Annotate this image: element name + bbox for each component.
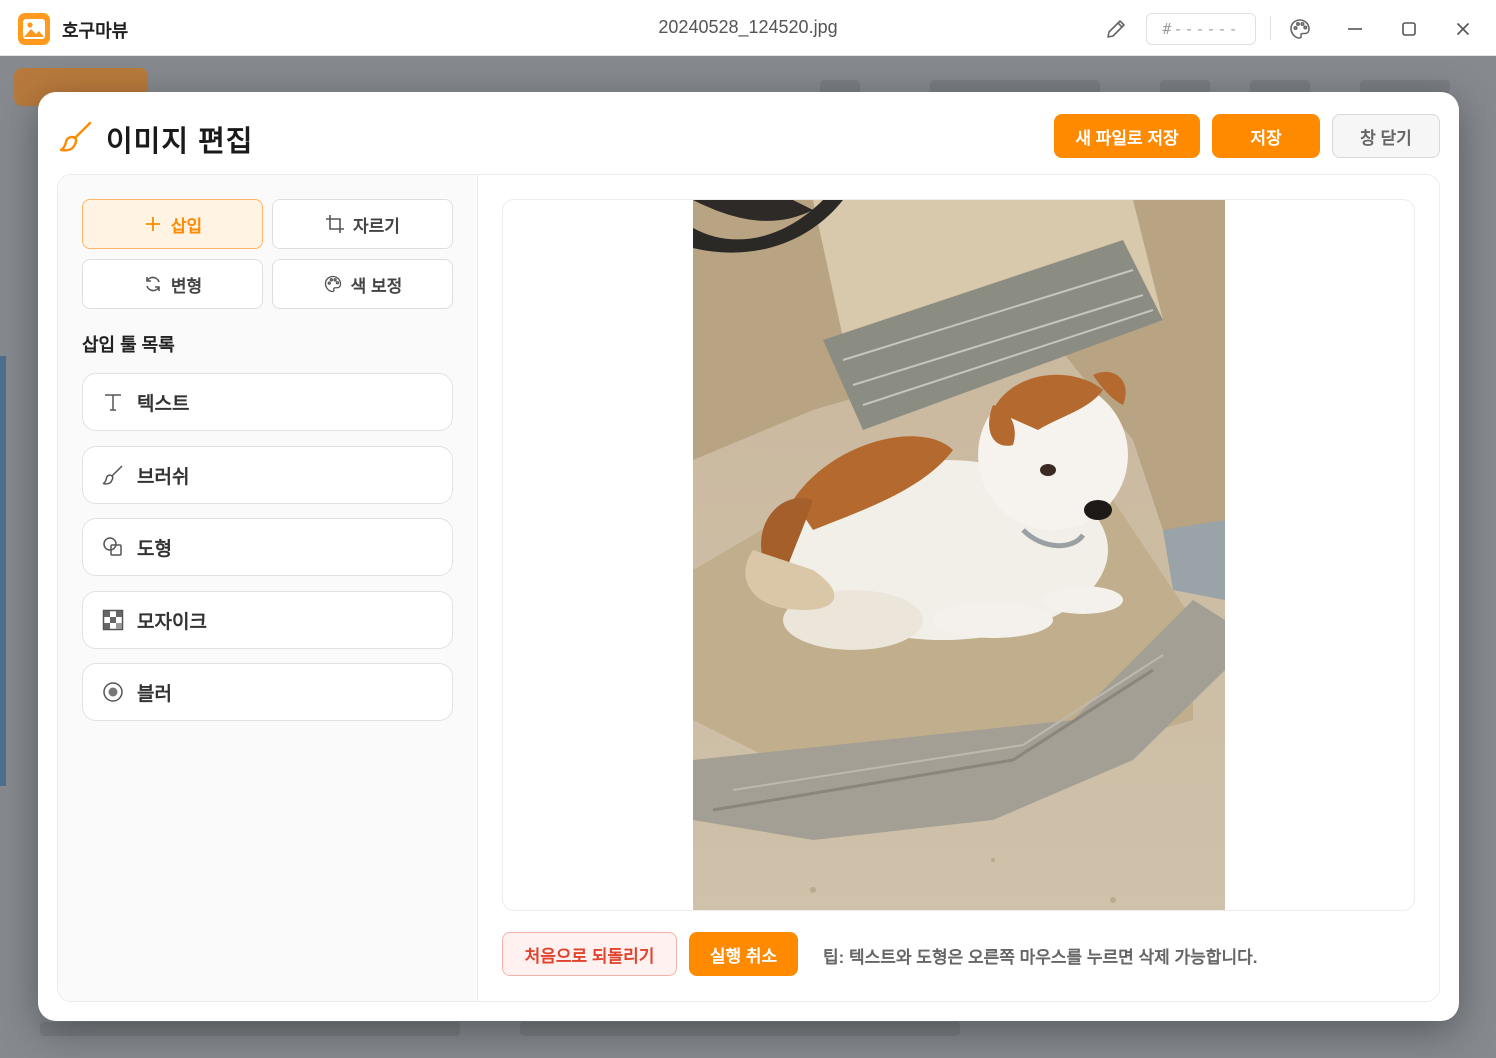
mode-insert-button[interactable]: 삽입	[82, 199, 263, 249]
palette-icon[interactable]	[1288, 17, 1312, 41]
tool-brush[interactable]: 브러쉬	[82, 446, 453, 504]
minimize-icon[interactable]	[1343, 17, 1367, 41]
background-placeholder	[520, 1022, 960, 1036]
tool-shape[interactable]: 도형	[82, 518, 453, 576]
plus-icon	[145, 217, 160, 231]
editor-body: 삽입 자르기 변형 색 보정 삽입 툴 목록 텍스트 브러쉬 도형 모자이크 블…	[57, 174, 1440, 1002]
tool-list-heading: 삽입 툴 목록	[82, 335, 175, 355]
mode-label: 삽입	[170, 216, 203, 236]
tool-label: 모자이크	[137, 611, 207, 633]
image-canvas[interactable]	[502, 199, 1415, 911]
brush-icon	[58, 119, 94, 155]
tool-label: 텍스트	[137, 393, 190, 415]
blur-icon	[103, 682, 123, 702]
tool-label: 블러	[137, 683, 172, 705]
tool-text[interactable]: 텍스트	[82, 373, 453, 431]
background-placeholder	[40, 1022, 460, 1036]
canvas-panel: 처음으로 되돌리기 실행 취소 팁: 텍스트와 도형은 오른쪽 마우스를 누르면…	[478, 175, 1439, 1001]
brush-icon	[102, 465, 123, 485]
save-button[interactable]: 저장	[1212, 114, 1320, 158]
reset-to-original-button[interactable]: 처음으로 되돌리기	[502, 932, 677, 976]
rotate-icon	[146, 276, 160, 292]
undo-button[interactable]: 실행 취소	[689, 932, 798, 976]
mode-label: 변형	[170, 276, 203, 296]
shapes-icon	[103, 537, 122, 556]
divider	[1270, 16, 1271, 40]
tool-blur[interactable]: 블러	[82, 663, 453, 721]
mode-label: 자르기	[353, 216, 400, 236]
tool-label: 도형	[137, 538, 172, 560]
save-as-new-file-button[interactable]: 새 파일로 저장	[1054, 114, 1200, 158]
edited-photo[interactable]	[693, 200, 1225, 911]
title-bar: 호구마뷰 20240528_124520.jpg #------	[0, 0, 1496, 56]
tool-label: 브러쉬	[137, 466, 190, 488]
background-strip	[0, 356, 6, 786]
mode-label: 색 보정	[350, 276, 403, 296]
color-hex-input[interactable]: #------	[1146, 13, 1256, 45]
pencil-icon[interactable]	[1104, 17, 1128, 41]
maximize-icon[interactable]	[1397, 17, 1421, 41]
mosaic-icon	[102, 609, 124, 631]
mode-crop-button[interactable]: 자르기	[272, 199, 453, 249]
tool-panel: 삽입 자르기 변형 색 보정 삽입 툴 목록 텍스트 브러쉬 도형 모자이크 블…	[58, 175, 478, 1001]
close-icon[interactable]	[1451, 17, 1475, 41]
tool-mosaic[interactable]: 모자이크	[82, 591, 453, 649]
tip-text: 팁: 텍스트와 도형은 오른쪽 마우스를 누르면 삭제 가능합니다.	[823, 948, 1258, 967]
palette-icon	[324, 275, 341, 293]
app-logo-icon	[18, 13, 50, 45]
mode-transform-button[interactable]: 변형	[82, 259, 263, 309]
file-name: 20240528_124520.jpg	[658, 17, 838, 37]
image-edit-dialog: 이미지 편집 새 파일로 저장 저장 창 닫기 삽입 자르기 변형 색 보정 삽…	[38, 92, 1459, 1021]
mode-color-button[interactable]: 색 보정	[272, 259, 453, 309]
crop-icon	[326, 215, 345, 233]
close-window-button[interactable]: 창 닫기	[1332, 114, 1440, 158]
app-name: 호구마뷰	[62, 21, 129, 41]
text-icon	[105, 394, 121, 411]
dialog-title: 이미지 편집	[106, 126, 254, 158]
